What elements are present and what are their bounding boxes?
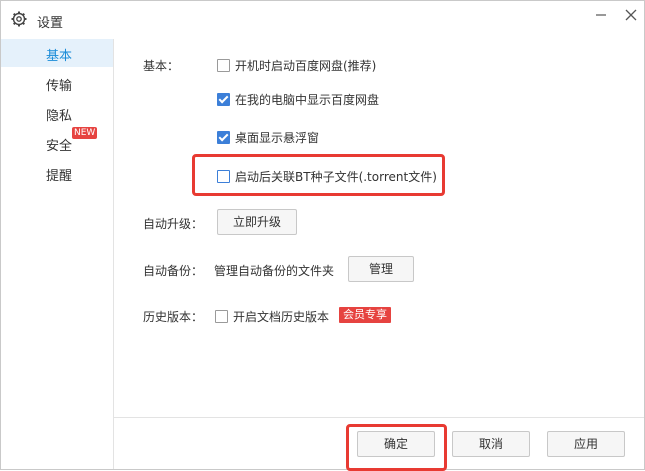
sidebar: 基本 传输 隐私 安全 NEW 提醒 <box>1 39 114 469</box>
new-badge: NEW <box>72 127 98 139</box>
ok-button[interactable]: 确定 <box>357 431 435 457</box>
footer-bar: 确定 取消 应用 <box>114 417 644 471</box>
manage-backup-button[interactable]: 管理 <box>348 256 414 282</box>
settings-panel: 基本： 开机时启动百度网盘(推荐) 在我的电脑中显示百度网盘 桌面显示悬浮窗 启… <box>114 39 644 469</box>
history-version-label: 历史版本： <box>143 310 204 324</box>
basic-section-label: 基本： <box>143 59 180 73</box>
show-in-my-computer-label: 在我的电脑中显示百度网盘 <box>235 93 380 107</box>
gear-icon <box>11 11 27 27</box>
floating-window-checkbox[interactable] <box>217 131 230 144</box>
sidebar-item-label: 提醒 <box>46 169 73 184</box>
floating-window-label: 桌面显示悬浮窗 <box>235 131 320 145</box>
bt-association-checkbox[interactable] <box>217 170 230 183</box>
bt-association-label: 启动后关联BT种子文件(.torrent文件) <box>235 170 437 184</box>
close-icon[interactable] <box>623 7 639 23</box>
sidebar-item-label: 传输 <box>46 79 73 94</box>
minimize-icon[interactable] <box>593 7 609 23</box>
startup-launch-checkbox[interactable] <box>217 59 230 72</box>
sidebar-item-security[interactable]: 安全 NEW <box>1 127 113 157</box>
sidebar-item-reminder[interactable]: 提醒 <box>1 159 113 187</box>
title-bar: 设置 <box>1 1 644 39</box>
window-title: 设置 <box>37 16 64 31</box>
settings-window: 设置 基本 传输 隐私 安全 NEW 提醒 基本： 开机时启动百度网盘(推荐) … <box>0 0 645 471</box>
upgrade-now-button[interactable]: 立即升级 <box>217 209 297 235</box>
vip-badge: 会员专享 <box>339 307 391 323</box>
sidebar-item-label: 基本 <box>46 49 73 64</box>
apply-button[interactable]: 应用 <box>547 431 625 457</box>
sidebar-item-label: 隐私 <box>46 109 73 124</box>
show-in-my-computer-checkbox[interactable] <box>217 93 230 106</box>
doc-history-checkbox[interactable] <box>215 310 228 323</box>
auto-backup-label: 自动备份： <box>143 264 204 278</box>
sidebar-item-privacy[interactable]: 隐私 <box>1 99 113 127</box>
sidebar-item-basic[interactable]: 基本 <box>1 39 113 67</box>
auto-upgrade-label: 自动升级： <box>143 217 204 231</box>
cancel-button[interactable]: 取消 <box>452 431 530 457</box>
sidebar-item-transfer[interactable]: 传输 <box>1 69 113 97</box>
startup-launch-label: 开机时启动百度网盘(推荐) <box>235 59 377 73</box>
auto-backup-description: 管理自动备份的文件夹 <box>214 264 335 278</box>
sidebar-item-label: 安全 <box>46 139 73 154</box>
doc-history-label: 开启文档历史版本 <box>233 310 330 324</box>
